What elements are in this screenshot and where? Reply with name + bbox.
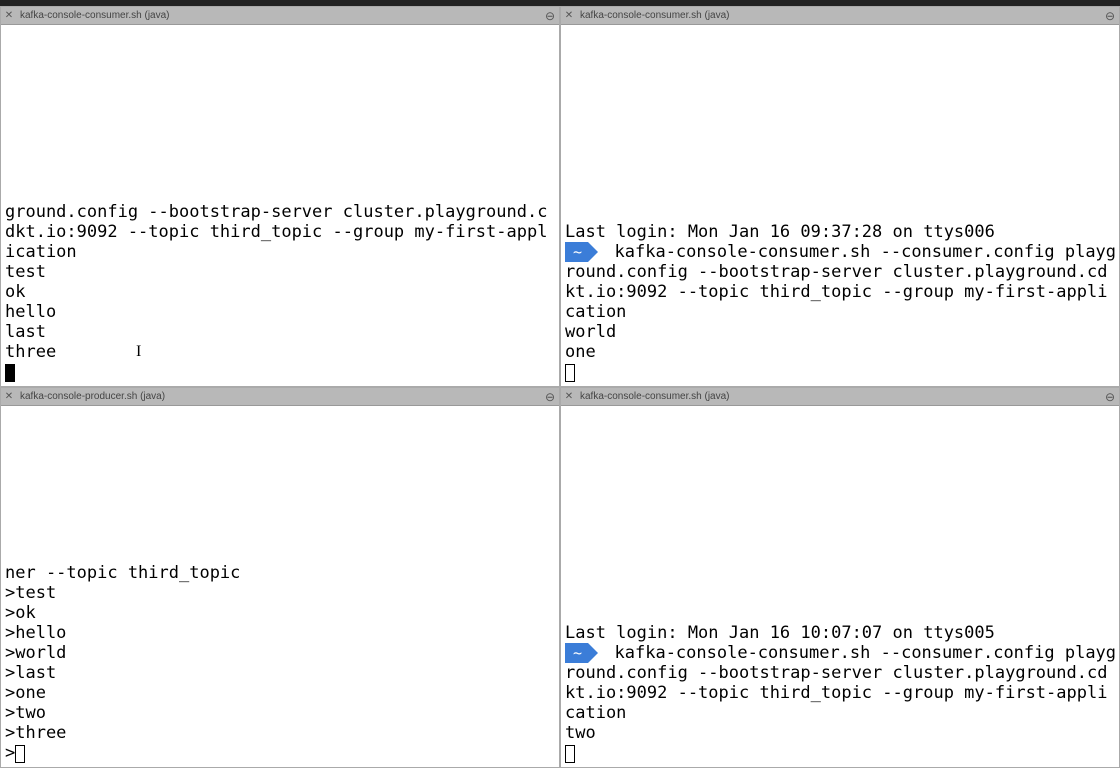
- terminal-output: world one: [565, 322, 1117, 362]
- pane-bottom-right: ✕ kafka-console-consumer.sh (java) ⊖ Las…: [560, 387, 1120, 768]
- titlebar[interactable]: ✕ kafka-console-consumer.sh (java) ⊖: [561, 7, 1119, 25]
- minimize-icon[interactable]: ⊖: [544, 391, 556, 403]
- prompt-line: ~ kafka-console-consumer.sh --consumer.c…: [565, 643, 1117, 723]
- prompt-line: ~ kafka-console-consumer.sh --consumer.c…: [565, 242, 1117, 322]
- cursor-block: [5, 364, 15, 382]
- pane-top-right: ✕ kafka-console-consumer.sh (java) ⊖ Las…: [560, 6, 1120, 387]
- terminal-body[interactable]: ground.config --bootstrap-server cluster…: [1, 25, 559, 386]
- close-icon[interactable]: ✕: [564, 392, 574, 402]
- terminal-output: ground.config --bootstrap-server cluster…: [5, 202, 547, 362]
- minimize-icon[interactable]: ⊖: [544, 10, 556, 22]
- close-icon[interactable]: ✕: [564, 11, 574, 21]
- command-text: kafka-console-consumer.sh --consumer.con…: [565, 643, 1116, 723]
- tab-title: kafka-console-consumer.sh (java): [580, 391, 1104, 402]
- tab-title: kafka-console-producer.sh (java): [20, 391, 544, 402]
- tab-title: kafka-console-consumer.sh (java): [580, 10, 1104, 21]
- titlebar[interactable]: ✕ kafka-console-producer.sh (java) ⊖: [1, 388, 559, 406]
- producer-prompt-char: >: [5, 743, 15, 763]
- cursor-outline: [565, 745, 575, 763]
- cursor-outline: [15, 745, 25, 763]
- terminal-output: two: [565, 723, 1117, 743]
- close-icon[interactable]: ✕: [4, 392, 14, 402]
- terminal-body[interactable]: Last login: Mon Jan 16 09:37:28 on ttys0…: [561, 25, 1119, 386]
- terminal-grid: ✕ kafka-console-consumer.sh (java) ⊖ gro…: [0, 6, 1120, 768]
- prompt-arrow-icon: ~: [565, 643, 588, 663]
- minimize-icon[interactable]: ⊖: [1104, 10, 1116, 22]
- cursor-outline: [565, 364, 575, 382]
- terminal-body[interactable]: Last login: Mon Jan 16 10:07:07 on ttys0…: [561, 406, 1119, 767]
- titlebar[interactable]: ✕ kafka-console-consumer.sh (java) ⊖: [1, 7, 559, 25]
- minimize-icon[interactable]: ⊖: [1104, 391, 1116, 403]
- terminal-output: ner --topic third_topic >test >ok >hello…: [5, 563, 557, 743]
- titlebar[interactable]: ✕ kafka-console-consumer.sh (java) ⊖: [561, 388, 1119, 406]
- pane-top-left: ✕ kafka-console-consumer.sh (java) ⊖ gro…: [0, 6, 560, 387]
- pane-bottom-left: ✕ kafka-console-producer.sh (java) ⊖ ner…: [0, 387, 560, 768]
- terminal-body[interactable]: ner --topic third_topic >test >ok >hello…: [1, 406, 559, 767]
- tab-title: kafka-console-consumer.sh (java): [20, 10, 544, 21]
- close-icon[interactable]: ✕: [4, 11, 14, 21]
- last-login-line: Last login: Mon Jan 16 10:07:07 on ttys0…: [565, 623, 1117, 643]
- command-text: kafka-console-consumer.sh --consumer.con…: [565, 242, 1116, 322]
- last-login-line: Last login: Mon Jan 16 09:37:28 on ttys0…: [565, 222, 1117, 242]
- prompt-arrow-icon: ~: [565, 242, 588, 262]
